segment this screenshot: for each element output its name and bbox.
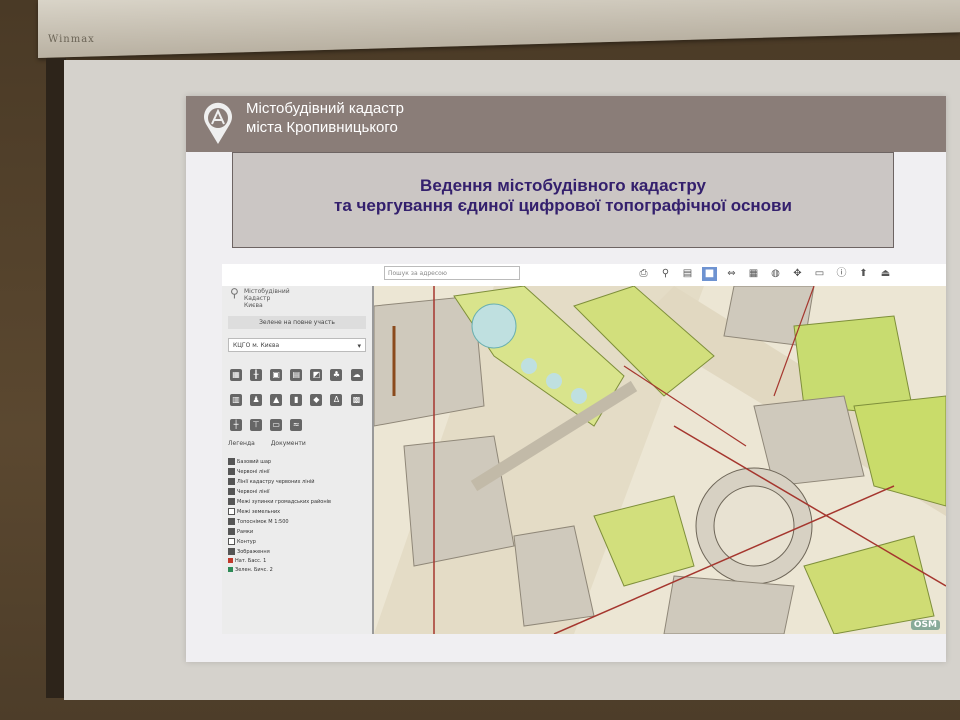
layer-checkbox[interactable] bbox=[228, 508, 235, 515]
layer-checkbox[interactable] bbox=[228, 518, 235, 525]
photo-icon[interactable]: ▩ bbox=[350, 394, 363, 406]
layer-label: Топоснімок М 1:500 bbox=[237, 519, 289, 525]
layer-label: Зображення bbox=[237, 549, 270, 555]
map-canvas[interactable]: OSM bbox=[374, 286, 946, 634]
layer-item[interactable]: Топоснімок М 1:500 bbox=[228, 518, 368, 526]
bus-icon[interactable]: ▭ bbox=[270, 419, 283, 431]
slide-title-line-2: та чергування єдиної цифрової топографіч… bbox=[334, 196, 792, 215]
region-select-value: КЦГО м. Києва bbox=[233, 342, 280, 349]
cadastre-app-screenshot: Пошук за адресою ⎙ ⚲ ▤ ■ ⇔ ▦ ◍ ✥ ▭ ⓘ ⬆ ⏏ ⚲ Містобуд… bbox=[222, 264, 946, 634]
layer-checkbox[interactable] bbox=[228, 528, 235, 535]
layer-checkbox[interactable] bbox=[228, 488, 235, 495]
pipeline-icon[interactable]: ┼ bbox=[230, 419, 242, 431]
layer-label: Зелен. Бичс. 2 bbox=[235, 567, 273, 573]
layers-icon[interactable]: ▤ bbox=[680, 267, 695, 281]
measure-icon[interactable]: ⇔ bbox=[724, 267, 739, 281]
header-title: Містобудівний кадастр міста Кропивницько… bbox=[246, 99, 404, 137]
layer-checkbox[interactable] bbox=[228, 468, 235, 475]
projector-brand: Winmax bbox=[48, 34, 95, 45]
shield-icon[interactable]: ◆ bbox=[310, 394, 323, 406]
layer-label: Базовий шар bbox=[237, 459, 272, 465]
person-icon[interactable]: ♟ bbox=[250, 394, 263, 406]
legend-swatch bbox=[228, 567, 233, 572]
road-icon[interactable]: ╫ bbox=[250, 369, 263, 381]
slide-title-box: Ведення містобудівного кадастру та чергу… bbox=[232, 152, 894, 248]
app-brand-line-2: Кадастр Києва bbox=[244, 295, 271, 309]
water-icon[interactable]: ≈ bbox=[290, 419, 303, 431]
select-icon[interactable]: ■ bbox=[702, 267, 717, 281]
layer-item[interactable]: Базовий шар bbox=[228, 458, 368, 466]
move-icon[interactable]: ✥ bbox=[790, 267, 805, 281]
layer-checkbox[interactable] bbox=[228, 478, 235, 485]
layer-label: Червоні лінії bbox=[237, 489, 270, 495]
grid-icon[interactable]: ▥ bbox=[230, 394, 242, 406]
layer-label: Рамки bbox=[237, 529, 254, 535]
cloud-icon[interactable]: ☁ bbox=[350, 369, 363, 381]
parcel-icon[interactable]: ▣ bbox=[270, 369, 283, 381]
layer-label: Контур bbox=[237, 539, 256, 545]
slide-title-line-1: Ведення містобудівного кадастру bbox=[420, 176, 706, 195]
ruler-icon[interactable]: ▭ bbox=[812, 267, 827, 281]
join-button[interactable]: Зелене на повне участь bbox=[228, 316, 366, 329]
tree-icon[interactable]: ♣ bbox=[330, 369, 343, 381]
building-icon[interactable]: ▦ bbox=[230, 369, 242, 381]
chevron-down-icon: ▾ bbox=[357, 342, 361, 350]
tab-documents[interactable]: Документи bbox=[271, 440, 306, 447]
layer-icon-grid: ▦ ╫ ▣ ▤ ◩ ♣ ☁ ▥ ♟ ▲ ▮ ◆ Δ ▩ ┼ ⊤ ▭ ≈ bbox=[230, 362, 366, 437]
layer-checkbox[interactable] bbox=[228, 498, 235, 505]
chart-icon[interactable]: ▮ bbox=[290, 394, 303, 406]
pin-icon: ⚲ bbox=[230, 286, 239, 300]
layer-checkbox[interactable] bbox=[228, 538, 235, 545]
app-brand-line-1: Містобудівний bbox=[244, 288, 290, 295]
layer-item[interactable]: Зелен. Бичс. 2 bbox=[228, 567, 368, 574]
layer-label: Червоні лінії bbox=[237, 469, 270, 475]
layer-checkbox[interactable] bbox=[228, 458, 235, 465]
layer-item[interactable]: Червоні лінії bbox=[228, 468, 368, 476]
layer-item[interactable]: Рамки bbox=[228, 528, 368, 536]
document-icon[interactable]: ▤ bbox=[290, 369, 303, 381]
screen-edge bbox=[46, 58, 66, 698]
layer-tree: Базовий шар Червоні лінії Лінії кадастру ч… bbox=[228, 458, 368, 576]
layer-item[interactable]: Лінії кадастру червоних ліній bbox=[228, 478, 368, 486]
layer-item[interactable]: Зображення bbox=[228, 548, 368, 556]
layer-item[interactable]: Червоні лінії bbox=[228, 488, 368, 496]
map-search-input[interactable]: Пошук за адресою bbox=[384, 266, 520, 280]
layer-item[interactable]: Межі зупинки громадських районів bbox=[228, 498, 368, 506]
layer-label: Межі земельних bbox=[237, 509, 281, 515]
presentation-slide: Містобудівний кадастр міста Кропивницько… bbox=[186, 96, 946, 662]
pin-icon[interactable]: ⚲ bbox=[658, 267, 673, 281]
projector-bar bbox=[38, 0, 960, 58]
monument-icon[interactable]: Δ bbox=[330, 394, 343, 406]
header-line-1: Містобудівний кадастр bbox=[246, 100, 404, 117]
layer-label: Лінії кадастру червоних ліній bbox=[237, 479, 315, 485]
map-toolbar: Пошук за адресою ⎙ ⚲ ▤ ■ ⇔ ▦ ◍ ✥ ▭ ⓘ ⬆ ⏏ bbox=[222, 264, 946, 286]
legend-swatch bbox=[228, 558, 233, 563]
hat-icon[interactable]: ▲ bbox=[270, 394, 283, 406]
cadastre-logo-icon bbox=[204, 102, 232, 144]
print-icon[interactable]: ⎙ bbox=[636, 267, 651, 281]
zone-icon[interactable]: ◩ bbox=[310, 369, 323, 381]
slide-header: Містобудівний кадастр міста Кропивницько… bbox=[186, 96, 946, 152]
layer-item[interactable]: Контур bbox=[228, 538, 368, 546]
layer-item[interactable]: Межі земельних bbox=[228, 508, 368, 516]
globe-icon[interactable]: ◍ bbox=[768, 267, 783, 281]
info-icon[interactable]: ⓘ bbox=[834, 267, 849, 281]
layer-label: Нат. Басс. 1 bbox=[235, 558, 267, 564]
sidebar: ⚲ Містобудівний Кадастр Києва Зелене на … bbox=[222, 286, 374, 634]
upload-icon[interactable]: ⬆ bbox=[856, 267, 871, 281]
region-select[interactable]: КЦГО м. Києва ▾ bbox=[228, 338, 366, 352]
topographic-map bbox=[374, 286, 946, 634]
layer-label: Межі зупинки громадських районів bbox=[237, 499, 331, 505]
table-icon[interactable]: ▦ bbox=[746, 267, 761, 281]
layer-item[interactable]: Нат. Басс. 1 bbox=[228, 558, 368, 565]
tab-legend[interactable]: Легенда bbox=[228, 440, 255, 447]
osm-watermark: OSM bbox=[910, 620, 940, 630]
header-line-2: міста Кропивницького bbox=[246, 119, 398, 136]
sign-icon[interactable]: ⊤ bbox=[250, 419, 263, 431]
layer-checkbox[interactable] bbox=[228, 548, 235, 555]
exit-icon[interactable]: ⏏ bbox=[878, 267, 893, 281]
sidebar-tabs: Легенда Документи bbox=[228, 440, 320, 447]
